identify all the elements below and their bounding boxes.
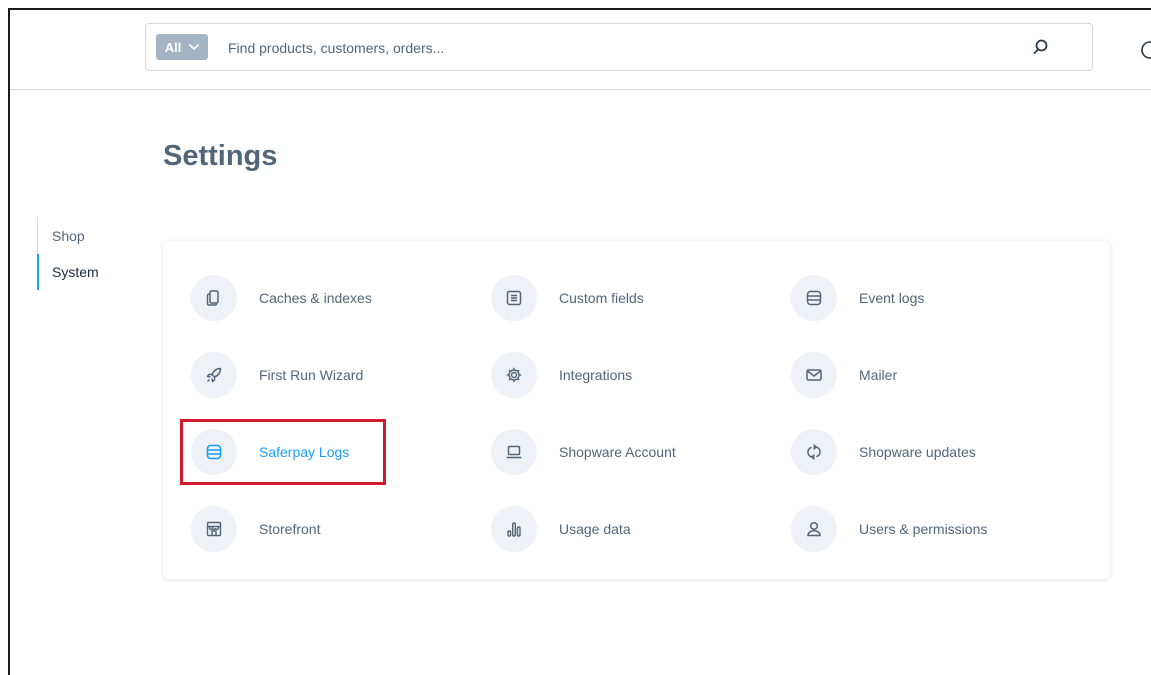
- setting-label: Users & permissions: [859, 521, 988, 537]
- search-icon[interactable]: [1032, 38, 1050, 56]
- setting-saferpay-logs[interactable]: Saferpay Logs: [191, 427, 451, 477]
- setting-label: Usage data: [559, 521, 631, 537]
- bar-chart-icon: [491, 506, 537, 552]
- chevron-down-icon: [189, 43, 200, 50]
- setting-shopware-account[interactable]: Shopware Account: [491, 427, 751, 477]
- search-type-label: All: [164, 39, 182, 55]
- clipboard-copy-icon: [191, 275, 237, 321]
- setting-usage-data[interactable]: Usage data: [491, 504, 751, 554]
- storefront-icon: [191, 506, 237, 552]
- setting-label: Shopware updates: [859, 444, 976, 460]
- setting-event-logs[interactable]: Event logs: [791, 273, 1051, 323]
- setting-first-run-wizard[interactable]: First Run Wizard: [191, 350, 451, 400]
- setting-mailer[interactable]: Mailer: [791, 350, 1051, 400]
- envelope-icon: [791, 352, 837, 398]
- tab-label: Shop: [52, 228, 85, 244]
- rocket-icon: [191, 352, 237, 398]
- setting-caches-indexes[interactable]: Caches & indexes: [191, 273, 451, 323]
- setting-label: Integrations: [559, 367, 633, 383]
- setting-label: Storefront: [259, 521, 321, 537]
- settings-tabs: Shop System: [37, 218, 99, 290]
- help-icon[interactable]: [1140, 40, 1151, 60]
- top-header: All: [10, 10, 1151, 90]
- setting-label: Event logs: [859, 290, 925, 306]
- setting-label: Caches & indexes: [259, 290, 372, 306]
- setting-users-permissions[interactable]: Users & permissions: [791, 504, 1051, 554]
- setting-custom-fields[interactable]: Custom fields: [491, 273, 751, 323]
- setting-shopware-updates[interactable]: Shopware updates: [791, 427, 1051, 477]
- list-document-icon: [491, 275, 537, 321]
- setting-label: Mailer: [859, 367, 898, 383]
- sync-icon: [791, 429, 837, 475]
- gear-icon: [491, 352, 537, 398]
- tab-label: System: [52, 264, 99, 280]
- settings-card: Caches & indexes Custom fields Event log…: [163, 241, 1110, 579]
- setting-label: Shopware Account: [559, 444, 676, 460]
- setting-label: Custom fields: [559, 290, 644, 306]
- laptop-icon: [491, 429, 537, 475]
- setting-storefront[interactable]: Storefront: [191, 504, 451, 554]
- database-icon: [791, 275, 837, 321]
- tab-shop[interactable]: Shop: [37, 218, 99, 254]
- setting-integrations[interactable]: Integrations: [491, 350, 751, 400]
- tab-system[interactable]: System: [37, 254, 99, 290]
- user-icon: [791, 506, 837, 552]
- search-type-dropdown[interactable]: All: [156, 34, 208, 60]
- search-input[interactable]: [226, 32, 1010, 64]
- setting-label: First Run Wizard: [259, 367, 364, 383]
- page-title: Settings: [163, 140, 278, 172]
- setting-label: Saferpay Logs: [259, 444, 350, 460]
- global-search: All: [145, 23, 1093, 71]
- database-icon: [191, 429, 237, 475]
